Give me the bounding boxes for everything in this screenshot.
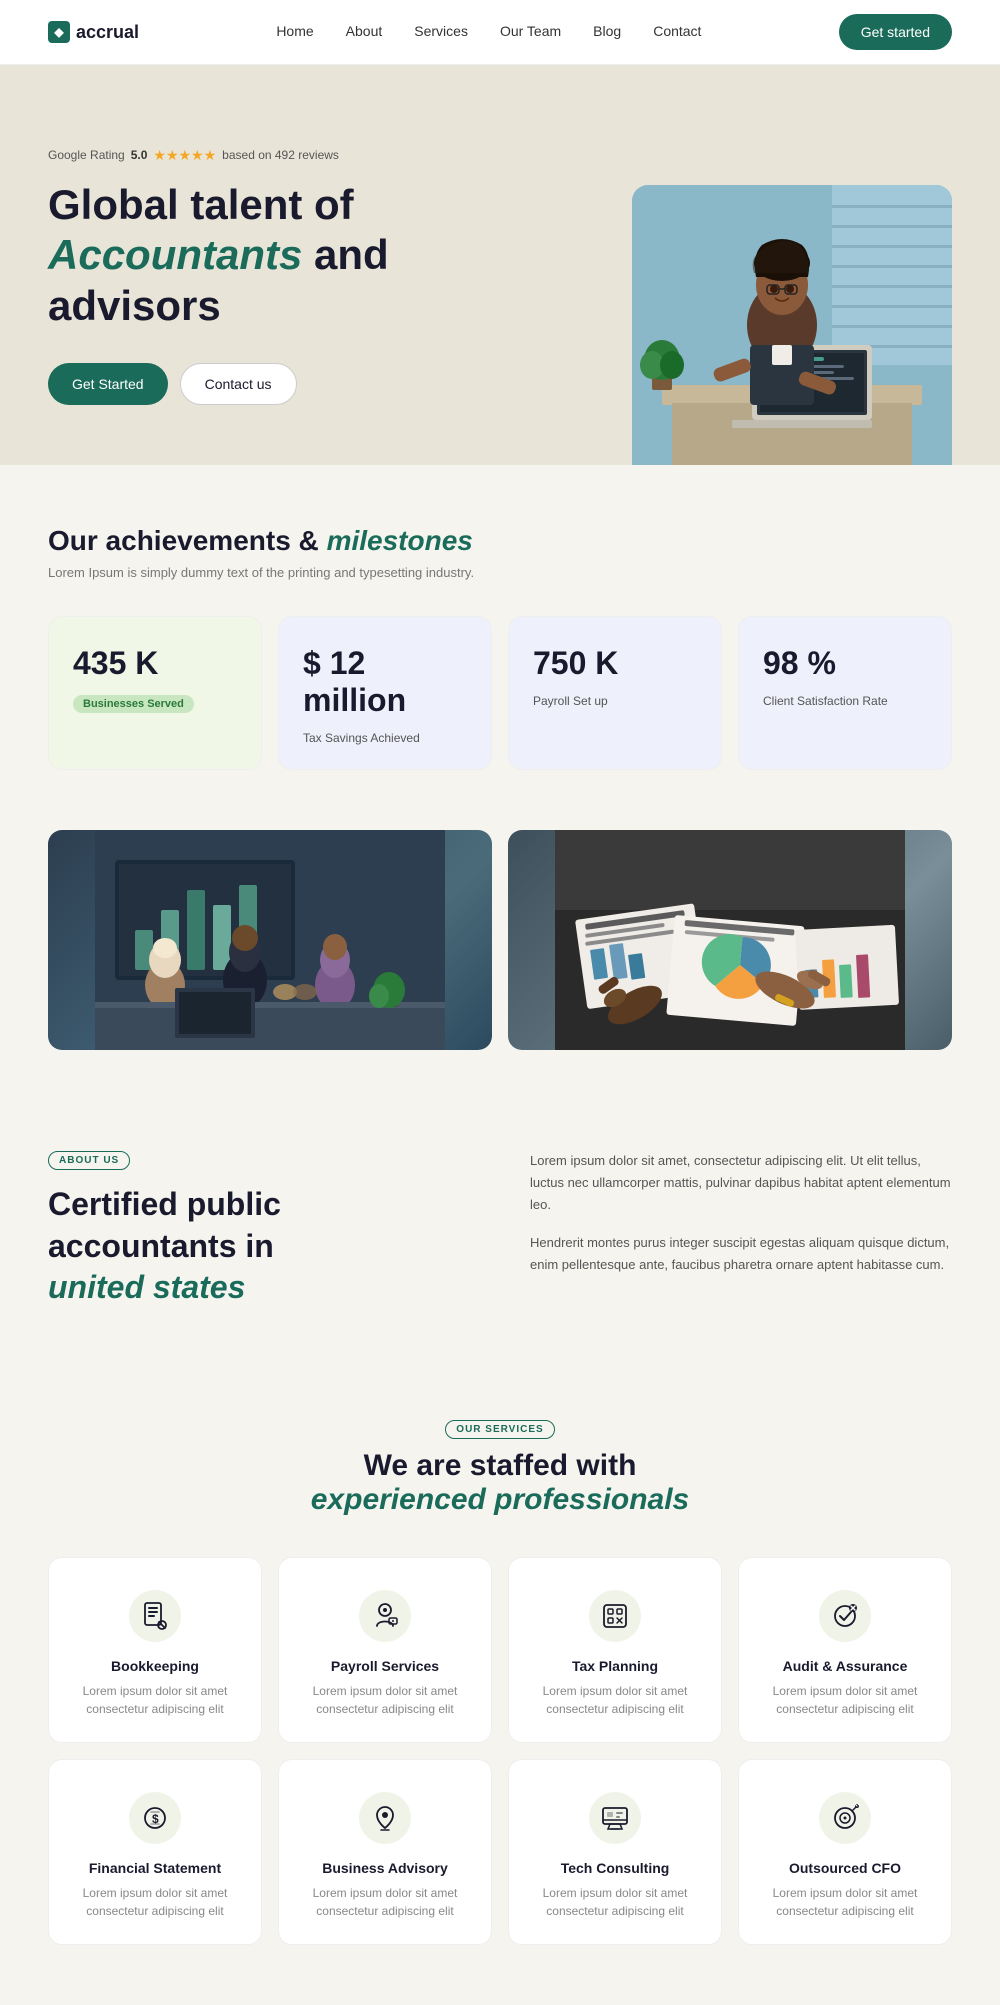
stat-label-2: Payroll Set up xyxy=(533,694,697,708)
stat-number-3: 98 % xyxy=(763,645,927,682)
stat-card-tax: $ 12 million Tax Savings Achieved xyxy=(278,616,492,770)
service-card-tax: Tax Planning Lorem ipsum dolor sit amet … xyxy=(508,1557,722,1743)
brand-name: accrual xyxy=(76,22,139,43)
bookkeeping-icon xyxy=(129,1590,181,1642)
advisory-icon xyxy=(359,1792,411,1844)
about-para1: Lorem ipsum dolor sit amet, consectetur … xyxy=(530,1150,952,1216)
service-desc-6: Lorem ipsum dolor sit amet consectetur a… xyxy=(529,1884,701,1920)
hero-illustration xyxy=(632,185,952,465)
tax-icon xyxy=(589,1590,641,1642)
hero-photo xyxy=(632,185,952,465)
hero-buttons: Get Started Contact us xyxy=(48,363,480,405)
navbar: accrual Home About Services Our Team Blo… xyxy=(0,0,1000,65)
services-section: OUR SERVICES We are staffed with experie… xyxy=(0,1369,1000,2005)
contact-us-button[interactable]: Contact us xyxy=(180,363,297,405)
nav-cta-button[interactable]: Get started xyxy=(839,14,952,50)
hero-title-italic: Accountants xyxy=(48,231,302,278)
about-section: ABOUT US Certified public accountants in… xyxy=(0,1110,1000,1369)
financial-icon: $ xyxy=(129,1792,181,1844)
achievements-subtitle: Lorem Ipsum is simply dummy text of the … xyxy=(48,565,952,580)
team-images-row xyxy=(0,830,1000,1110)
service-name-1: Payroll Services xyxy=(299,1658,471,1674)
service-name-5: Business Advisory xyxy=(299,1860,471,1876)
about-left: ABOUT US Certified public accountants in… xyxy=(48,1150,470,1309)
about-para2: Hendrerit montes purus integer suscipit … xyxy=(530,1232,952,1276)
tech-icon xyxy=(589,1792,641,1844)
logo[interactable]: accrual xyxy=(48,21,139,43)
service-name-6: Tech Consulting xyxy=(529,1860,701,1876)
stat-number-2: 750 K xyxy=(533,645,697,682)
hero-title-and: and xyxy=(314,231,389,278)
services-header: OUR SERVICES We are staffed with experie… xyxy=(48,1419,952,1517)
stat-card-businesses: 435 K Businesses Served xyxy=(48,616,262,770)
nav-blog[interactable]: Blog xyxy=(593,23,621,39)
service-card-audit: Audit & Assurance Lorem ipsum dolor sit … xyxy=(738,1557,952,1743)
nav-team[interactable]: Our Team xyxy=(500,23,561,39)
service-card-payroll: Payroll Services Lorem ipsum dolor sit a… xyxy=(278,1557,492,1743)
hero-title-line2: advisors xyxy=(48,282,221,329)
documents-illustration xyxy=(508,830,952,1050)
service-name-0: Bookkeeping xyxy=(69,1658,241,1674)
audit-icon xyxy=(819,1590,871,1642)
get-started-button[interactable]: Get Started xyxy=(48,363,168,405)
stat-label-3: Client Satisfaction Rate xyxy=(763,694,927,708)
services-badge: OUR SERVICES xyxy=(445,1420,554,1439)
team-image-1 xyxy=(48,830,492,1050)
nav-contact[interactable]: Contact xyxy=(653,23,701,39)
service-card-tech: Tech Consulting Lorem ipsum dolor sit am… xyxy=(508,1759,722,1945)
service-card-advisory: Business Advisory Lorem ipsum dolor sit … xyxy=(278,1759,492,1945)
rating-value: 5.0 xyxy=(131,148,148,162)
team-meeting-illustration xyxy=(48,830,492,1050)
stat-badge-0: Businesses Served xyxy=(73,695,194,713)
stats-grid: 435 K Businesses Served $ 12 million Tax… xyxy=(48,616,952,770)
service-desc-5: Lorem ipsum dolor sit amet consectetur a… xyxy=(299,1884,471,1920)
hero-section: Google Rating 5.0 ★★★★★ based on 492 rev… xyxy=(0,65,1000,465)
service-name-3: Audit & Assurance xyxy=(759,1658,931,1674)
rating-reviews: based on 492 reviews xyxy=(222,148,339,162)
achievements-section: Our achievements & milestones Lorem Ipsu… xyxy=(0,465,1000,830)
service-name-7: Outsourced CFO xyxy=(759,1860,931,1876)
achievements-title: Our achievements & milestones xyxy=(48,525,952,557)
stat-number-1: $ 12 million xyxy=(303,645,467,719)
hero-title: Global talent of Accountants and advisor… xyxy=(48,180,480,331)
hero-rating: Google Rating 5.0 ★★★★★ based on 492 rev… xyxy=(48,147,480,164)
about-badge: ABOUT US xyxy=(48,1151,130,1170)
service-name-4: Financial Statement xyxy=(69,1860,241,1876)
rating-label: Google Rating xyxy=(48,148,125,162)
stat-label-1: Tax Savings Achieved xyxy=(303,731,467,745)
payroll-icon xyxy=(359,1590,411,1642)
service-card-financial: $ Financial Statement Lorem ipsum dolor … xyxy=(48,1759,262,1945)
team-image-2 xyxy=(508,830,952,1050)
stars-icon: ★★★★★ xyxy=(153,147,216,164)
nav-services[interactable]: Services xyxy=(414,23,468,39)
nav-about[interactable]: About xyxy=(346,23,383,39)
service-desc-7: Lorem ipsum dolor sit amet consectetur a… xyxy=(759,1884,931,1920)
services-title: We are staffed with experienced professi… xyxy=(48,1449,952,1517)
nav-home[interactable]: Home xyxy=(276,23,313,39)
about-title: Certified public accountants in united s… xyxy=(48,1184,470,1309)
stat-card-payroll: 750 K Payroll Set up xyxy=(508,616,722,770)
about-right: Lorem ipsum dolor sit amet, consectetur … xyxy=(530,1150,952,1292)
service-card-cfo: Outsourced CFO Lorem ipsum dolor sit ame… xyxy=(738,1759,952,1945)
hero-title-line1: Global talent of xyxy=(48,181,354,228)
services-grid: Bookkeeping Lorem ipsum dolor sit amet c… xyxy=(48,1557,952,1945)
logo-icon xyxy=(48,21,70,43)
service-name-2: Tax Planning xyxy=(529,1658,701,1674)
service-card-bookkeeping: Bookkeeping Lorem ipsum dolor sit amet c… xyxy=(48,1557,262,1743)
stat-card-satisfaction: 98 % Client Satisfaction Rate xyxy=(738,616,952,770)
service-desc-4: Lorem ipsum dolor sit amet consectetur a… xyxy=(69,1884,241,1920)
stat-number-0: 435 K xyxy=(73,645,237,682)
nav-links: Home About Services Our Team Blog Contac… xyxy=(276,23,701,41)
cfo-icon xyxy=(819,1792,871,1844)
hero-content: Google Rating 5.0 ★★★★★ based on 492 rev… xyxy=(48,147,480,465)
hero-image xyxy=(520,185,952,465)
